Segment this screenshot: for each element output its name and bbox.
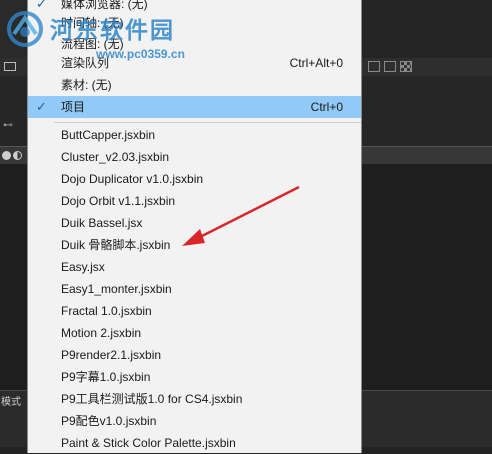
link-icon[interactable]: ⊷ bbox=[3, 120, 13, 131]
script-item[interactable]: Duik Bassel.jsx bbox=[28, 212, 361, 234]
script-label: Motion 2.jsxbin bbox=[61, 326, 142, 340]
script-label: Fractal 1.0.jsxbin bbox=[61, 304, 152, 318]
watermark-title: 河东软件园 bbox=[50, 17, 175, 43]
left-bottom-bar: 模式 bbox=[0, 390, 27, 447]
watermark-url: www.pc0359.cn bbox=[96, 47, 185, 61]
script-item[interactable]: ButtCapper.jsxbin bbox=[28, 124, 361, 146]
visibility-icon[interactable] bbox=[2, 151, 11, 160]
menu-item-project[interactable]: ✓ 项目 Ctrl+0 bbox=[28, 96, 361, 118]
menu-item-label: 项目 bbox=[61, 100, 86, 114]
right-timeline-body bbox=[362, 164, 492, 390]
script-item[interactable]: Fractal 1.0.jsxbin bbox=[28, 300, 361, 322]
watermark-logo-icon bbox=[7, 11, 43, 47]
solo-icon[interactable] bbox=[13, 151, 22, 160]
script-label: Duik 骨骼脚本.jsxbin bbox=[61, 238, 171, 252]
grid-icon[interactable] bbox=[384, 61, 396, 72]
menu-item-render-queue[interactable]: 渲染队列 Ctrl+Alt+0 bbox=[28, 52, 361, 74]
left-panel-mid: ⊷ bbox=[0, 76, 27, 146]
checkmark-icon: ✓ bbox=[36, 99, 47, 114]
script-label: P9render2.1.jsxbin bbox=[61, 348, 162, 362]
right-toolbar bbox=[362, 58, 492, 77]
script-label: Cluster_v2.03.jsxbin bbox=[61, 150, 170, 164]
left-timeline-body bbox=[0, 164, 27, 390]
script-item[interactable]: Motion 2.jsxbin bbox=[28, 322, 361, 344]
script-item[interactable]: P9字幕1.0.jsxbin bbox=[28, 366, 361, 388]
script-label: ButtCapper.jsxbin bbox=[61, 128, 156, 142]
script-label: Easy1_monter.jsxbin bbox=[61, 282, 172, 296]
menu-item-shortcut: Ctrl+0 bbox=[310, 100, 343, 114]
script-label: Paint & Stick Color Palette.jsxbin bbox=[61, 436, 236, 450]
right-panel-mid bbox=[362, 76, 492, 146]
left-layer-strip bbox=[0, 146, 27, 166]
right-panel-top bbox=[362, 0, 492, 58]
script-item[interactable]: Easy1_monter.jsxbin bbox=[28, 278, 361, 300]
script-label: Dojo Orbit v1.1.jsxbin bbox=[61, 194, 176, 208]
script-item[interactable]: Dojo Duplicator v1.0.jsxbin bbox=[28, 168, 361, 190]
script-item[interactable]: Paint & Stick Color Palette.jsxbin bbox=[28, 432, 361, 454]
script-label: P9字幕1.0.jsxbin bbox=[61, 370, 151, 384]
script-item[interactable]: Dojo Orbit v1.1.jsxbin bbox=[28, 190, 361, 212]
menu-item-label: 素材: (无) bbox=[61, 78, 112, 92]
region-icon[interactable] bbox=[368, 61, 380, 72]
script-item[interactable]: Easy.jsx bbox=[28, 256, 361, 278]
script-label: P9配色v1.0.jsxbin bbox=[61, 414, 157, 428]
mode-label: 模式 bbox=[1, 397, 21, 408]
transparency-grid-icon[interactable] bbox=[400, 61, 412, 72]
right-layer-strip bbox=[362, 146, 492, 166]
script-item[interactable]: P9工具栏测试版1.0 for CS4.jsxbin bbox=[28, 388, 361, 410]
script-item[interactable]: P9render2.1.jsxbin bbox=[28, 344, 361, 366]
script-item[interactable]: Cluster_v2.03.jsxbin bbox=[28, 146, 361, 168]
script-label: P9工具栏测试版1.0 for CS4.jsxbin bbox=[61, 392, 243, 406]
menu-item-footage[interactable]: 素材: (无) bbox=[28, 74, 361, 96]
monitor-icon[interactable] bbox=[4, 62, 16, 71]
script-label: Easy.jsx bbox=[61, 260, 105, 274]
script-item-duik-bones[interactable]: Duik 骨骼脚本.jsxbin bbox=[28, 234, 361, 256]
script-label: Duik Bassel.jsx bbox=[61, 216, 143, 230]
menu-separator bbox=[54, 122, 361, 123]
script-label: Dojo Duplicator v1.0.jsxbin bbox=[61, 172, 204, 186]
left-toolbar bbox=[0, 58, 27, 77]
window-menu: ✓ 媒体浏览器: (无) 时间轴: (无) 流程图: (无) 渲染队列 Ctrl… bbox=[27, 0, 362, 453]
right-bottom-bar bbox=[362, 390, 492, 447]
menu-item-shortcut: Ctrl+Alt+0 bbox=[289, 56, 343, 70]
script-item[interactable]: P9配色v1.0.jsxbin bbox=[28, 410, 361, 432]
